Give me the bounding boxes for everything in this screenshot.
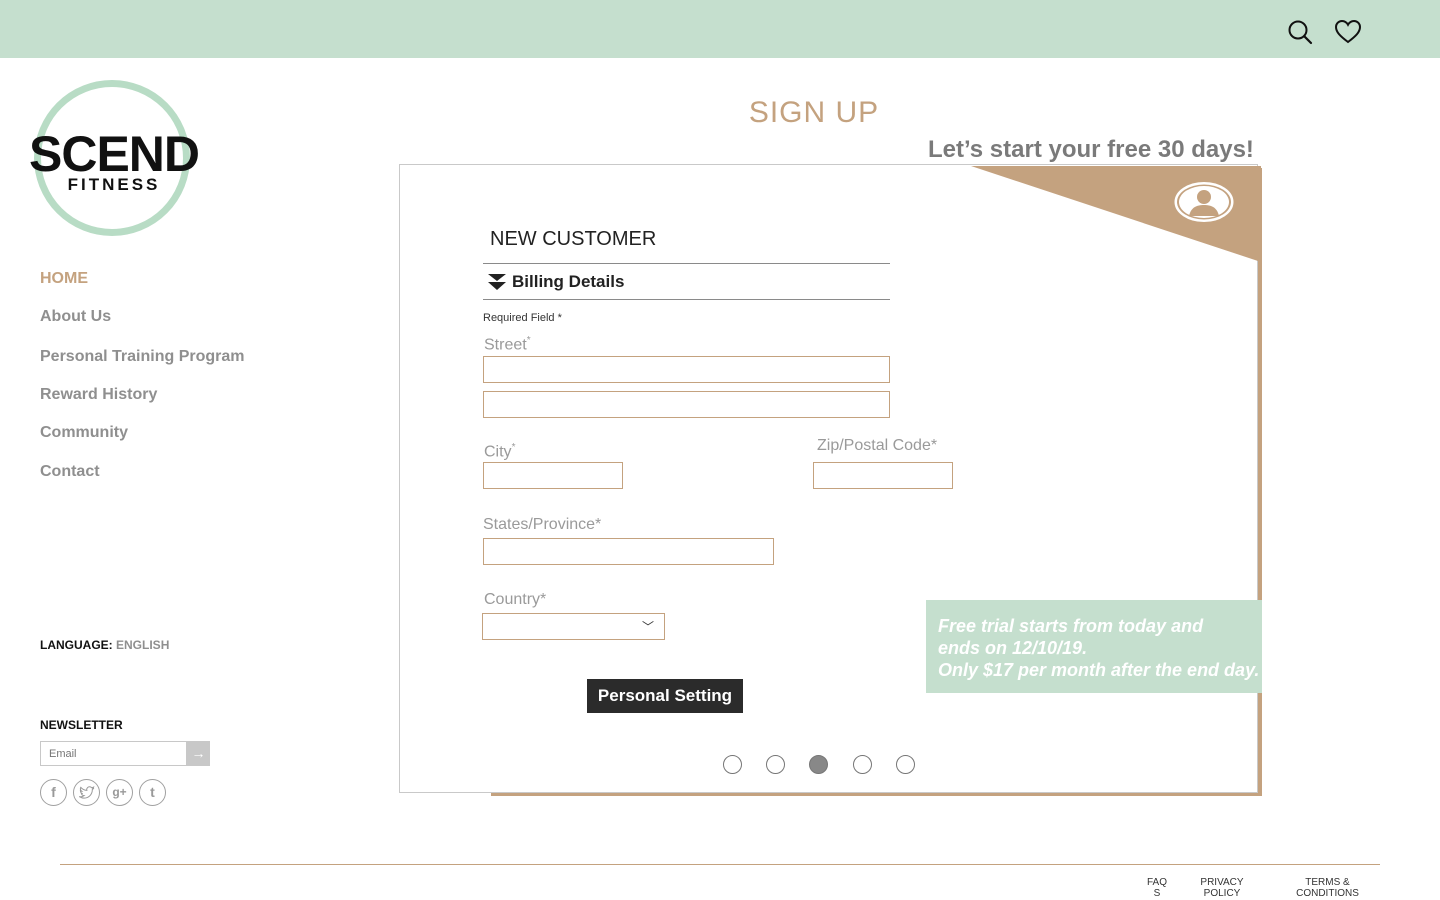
pager-dot-1[interactable] [723,755,742,774]
nav-item-personal-training-program[interactable]: Personal Training Program [40,348,245,366]
footer-link-terms-line2: CONDITIONS [1296,888,1359,899]
footer-link-privacy-policy[interactable]: PRIVACY POLICY [1197,877,1247,899]
nav-item-reward-history[interactable]: Reward History [40,386,157,404]
nav-item-community[interactable]: Community [40,424,128,442]
arrow-right-icon: → [191,745,206,761]
free-trial-promo: Free trial starts from today and ends on… [926,600,1262,693]
street-input-line2[interactable] [483,391,890,418]
nav-item-about-us[interactable]: About Us [40,308,111,326]
footer-link-privacy-line2: POLICY [1203,888,1241,899]
section-title: NEW CUSTOMER [490,228,657,250]
footer-link-terms-line1: TERMS & [1305,877,1350,888]
double-chevron-down-icon[interactable] [487,273,507,291]
footer-link-faqs-line1: FAQ [1146,877,1167,888]
nav-item-home[interactable]: HOME [40,270,88,288]
twitter-icon[interactable] [73,779,100,806]
chevron-down-icon: ﹀ [641,620,654,634]
zip-input[interactable] [813,462,953,489]
pager-dot-5[interactable] [896,755,915,774]
logo-sub-text: FITNESS [67,175,161,194]
page-tagline: Let’s start your free 30 days! [928,136,1254,163]
billing-details-heading[interactable]: Billing Details [512,272,624,292]
city-input[interactable] [483,462,623,489]
user-avatar-icon [1174,182,1234,222]
city-label: City [484,443,512,461]
promo-line-3: Only $17 per month after the end day. [938,660,1260,680]
newsletter-email-input[interactable] [40,741,187,766]
street-input-line1[interactable] [483,356,890,383]
personal-setting-button[interactable]: Personal Setting [587,679,743,713]
country-label: Country* [484,591,547,608]
street-label: Street [484,336,527,354]
heart-icon[interactable] [1334,18,1362,46]
footer-link-privacy-line1: PRIVACY [1200,877,1244,888]
logo-main-text: SCEND [28,126,200,182]
city-label-wrap: City* [484,442,516,461]
pager-dot-3[interactable] [809,755,828,774]
pager-dot-2[interactable] [766,755,785,774]
page-title: SIGN UP [748,96,880,129]
footer-link-terms-conditions[interactable]: TERMS & CONDITIONS [1290,877,1365,899]
footer-divider [60,864,1380,865]
state-input[interactable] [483,538,774,565]
street-label-wrap: Street* [484,335,531,354]
promo-line-2: ends on 12/10/19. [938,638,1088,658]
promo-line-1: Free trial starts from today and [938,616,1204,636]
divider [483,263,890,264]
state-label: States/Province* [483,516,602,533]
top-bar [0,0,1440,58]
country-select[interactable]: ﹀ [482,613,665,640]
zip-label: Zip/Postal Code* [817,437,938,454]
newsletter-submit-button[interactable]: → [187,741,210,766]
footer-link-faqs-line2: S [1153,888,1161,899]
divider [483,299,890,300]
nav-item-contact[interactable]: Contact [40,463,100,481]
search-icon[interactable] [1286,18,1314,46]
language-label: LANGUAGE: [40,638,113,652]
pager-dot-4[interactable] [853,755,872,774]
footer-link-faqs[interactable]: FAQ S [1142,877,1172,899]
language-selector[interactable]: LANGUAGE: ENGLISH [40,638,169,652]
facebook-icon[interactable]: f [40,779,67,806]
required-field-note: Required Field * [483,312,562,324]
tumblr-icon[interactable]: t [139,779,166,806]
google-plus-icon[interactable]: g+ [106,779,133,806]
newsletter-title: NEWSLETTER [40,718,123,732]
language-value[interactable]: ENGLISH [116,638,169,652]
